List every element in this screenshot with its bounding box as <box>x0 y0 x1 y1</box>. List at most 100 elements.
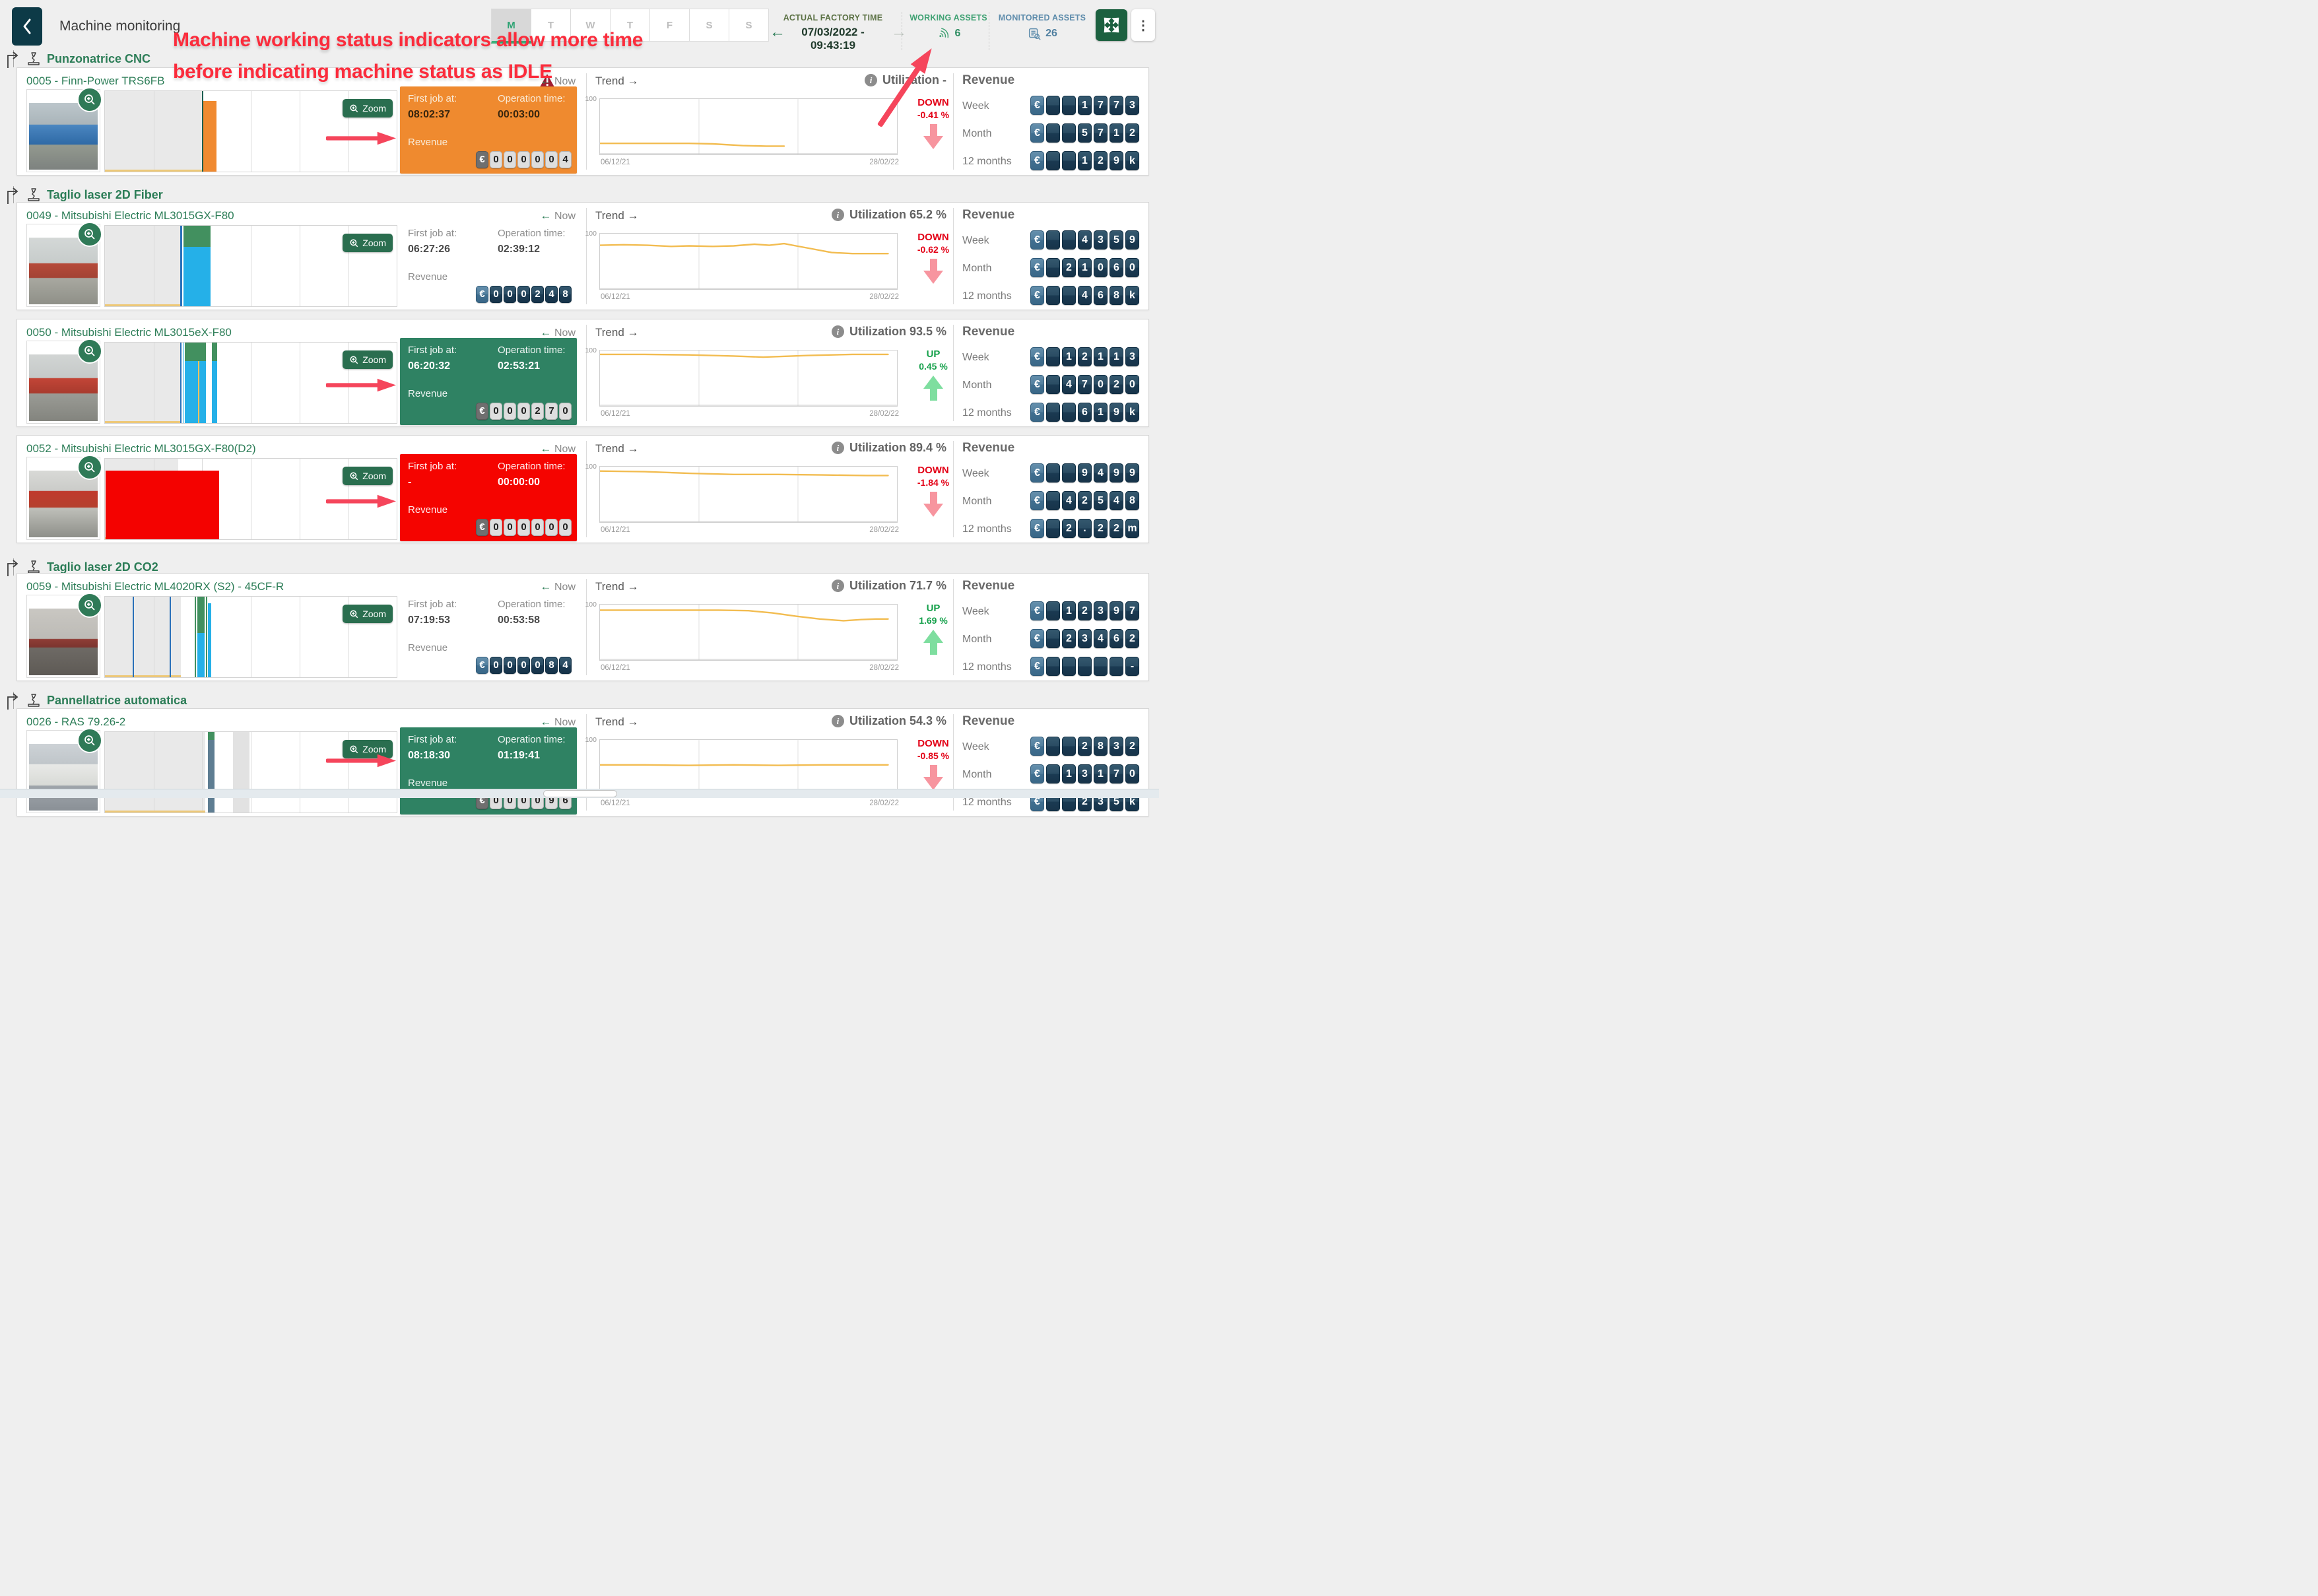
trend-link[interactable]: Trend → <box>595 715 639 729</box>
counter-digit-box: 0 <box>545 151 558 168</box>
counter-digit-box: 0 <box>490 519 502 536</box>
counter-digit-box: 2 <box>1062 258 1076 277</box>
counter-digit-box: 1 <box>1094 764 1108 783</box>
counter-digit-box: 1 <box>1109 123 1123 143</box>
utilization: i Utilization 89.4 % <box>832 441 946 455</box>
counter-digit-box: 0 <box>531 151 544 168</box>
scrollbar-thumb[interactable] <box>543 790 617 797</box>
trend-link[interactable]: Trend → <box>595 209 639 222</box>
counter-digit-box: 3 <box>1125 347 1139 366</box>
counter-digit-box: 1 <box>1078 258 1092 277</box>
machine-group: Taglio laser 2D Fiber 0049 - Mitsubishi … <box>13 186 1152 203</box>
trend-chart <box>599 233 898 290</box>
revenue-month-counter: €42548 <box>1028 491 1139 510</box>
counter-digit-box <box>1046 601 1060 620</box>
first-job-value: - <box>408 477 411 488</box>
timeline-status-bar <box>185 361 206 423</box>
chart-start-date: 06/12/21 <box>601 410 630 418</box>
machine-photo[interactable] <box>26 457 100 540</box>
now-marker[interactable]: ← Now <box>541 715 576 729</box>
timeline-status-bar <box>208 740 215 813</box>
trend-link[interactable]: Trend → <box>595 326 639 339</box>
now-marker[interactable]: ← Now <box>541 209 576 222</box>
info-icon[interactable]: i <box>832 715 844 727</box>
day-tab-5[interactable]: S <box>689 9 729 42</box>
now-arrow-icon: ← <box>541 715 552 728</box>
fullscreen-button[interactable] <box>1096 9 1127 41</box>
info-icon[interactable]: i <box>832 209 844 221</box>
photo-zoom-icon[interactable] <box>77 222 102 247</box>
laser-cutter-icon <box>26 560 41 574</box>
utilization-value: Utilization 54.3 % <box>849 714 946 728</box>
annotation-text-line1: Machine working status indicators allow … <box>173 29 643 51</box>
photo-zoom-icon[interactable] <box>77 593 102 618</box>
counter-digit-box: 8 <box>559 286 572 303</box>
info-icon[interactable]: i <box>832 325 844 338</box>
first-job-value: 08:18:30 <box>408 750 450 762</box>
now-marker[interactable]: ← Now <box>541 442 576 455</box>
next-day-button[interactable]: → <box>887 22 911 42</box>
annotation-arrow-revenue-0050 <box>326 378 396 393</box>
zoom-button[interactable]: Zoom <box>343 99 393 117</box>
chart-start-date: 06/12/21 <box>601 158 630 166</box>
euro-symbol-box: € <box>1030 737 1044 756</box>
section-divider <box>586 441 587 537</box>
timeline[interactable]: Zoom <box>104 731 397 813</box>
operation-time-label: Operation time: <box>498 599 566 610</box>
revenue-day-counter: €000000 <box>475 519 572 536</box>
now-label: Now <box>554 211 576 222</box>
trend-link[interactable]: Trend → <box>595 442 639 455</box>
timeline-status-bar <box>208 732 215 740</box>
day-tab-6[interactable]: S <box>729 9 769 42</box>
utilization-value: Utilization 71.7 % <box>849 579 946 593</box>
counter-digit-box: 2 <box>1094 151 1108 170</box>
day-tab-4[interactable]: F <box>649 9 690 42</box>
first-job-label: First job at: <box>408 599 457 610</box>
info-icon[interactable]: i <box>865 74 877 86</box>
zoom-button[interactable]: Zoom <box>343 605 393 623</box>
zoom-button[interactable]: Zoom <box>343 350 393 369</box>
status-panel: First job at: Operation time: 07:19:53 0… <box>400 592 577 679</box>
zoom-button[interactable]: Zoom <box>343 467 393 485</box>
euro-symbol-box: € <box>1030 258 1044 277</box>
trend-link[interactable]: Trend → <box>595 75 639 88</box>
timeline[interactable]: Zoom <box>104 225 397 307</box>
trend-direction-word: UP <box>904 349 962 360</box>
machine-photo[interactable] <box>26 89 100 172</box>
now-marker[interactable]: ← Now <box>541 580 576 593</box>
chart-start-date: 06/12/21 <box>601 526 630 534</box>
trend-direction-percent: -0.62 % <box>904 244 962 255</box>
trend-chart <box>599 739 898 796</box>
photo-zoom-icon[interactable] <box>77 87 102 112</box>
back-button[interactable] <box>12 7 42 46</box>
trend-label: Trend <box>595 209 624 222</box>
info-icon[interactable]: i <box>832 442 844 454</box>
trend-link[interactable]: Trend → <box>595 580 639 593</box>
counter-digit-box: 3 <box>1094 601 1108 620</box>
status-panel: First job at: Operation time: 08:02:37 0… <box>400 86 577 174</box>
machine-photo[interactable] <box>26 595 100 678</box>
euro-symbol-box: € <box>1030 123 1044 143</box>
zoom-button[interactable]: Zoom <box>343 234 393 252</box>
revenue-label: Revenue <box>408 778 447 789</box>
trend-direction: DOWN -0.62 % <box>904 232 962 284</box>
counter-digit-box <box>1062 123 1076 143</box>
now-marker[interactable]: ← Now <box>541 326 576 339</box>
info-icon[interactable]: i <box>832 580 844 592</box>
photo-zoom-icon[interactable] <box>77 728 102 753</box>
photo-zoom-icon[interactable] <box>77 455 102 480</box>
machine-photo[interactable] <box>26 341 100 424</box>
machine-photo[interactable] <box>26 224 100 307</box>
machine-photo[interactable] <box>26 730 100 813</box>
counter-digit-box: 6 <box>1109 629 1123 648</box>
operation-time-label: Operation time: <box>498 93 566 104</box>
timeline[interactable]: Zoom <box>104 596 397 678</box>
revenue-week-row: Week €2832 <box>962 737 1139 758</box>
counter-digit-box: 6 <box>1078 403 1092 422</box>
euro-symbol-box: € <box>1030 629 1044 648</box>
photo-zoom-icon[interactable] <box>77 339 102 364</box>
more-options-button[interactable]: ⋮ <box>1131 9 1155 41</box>
counter-digit-box: 1 <box>1109 347 1123 366</box>
euro-symbol-box: € <box>1030 519 1044 538</box>
chart-end-date: 28/02/22 <box>853 526 899 534</box>
